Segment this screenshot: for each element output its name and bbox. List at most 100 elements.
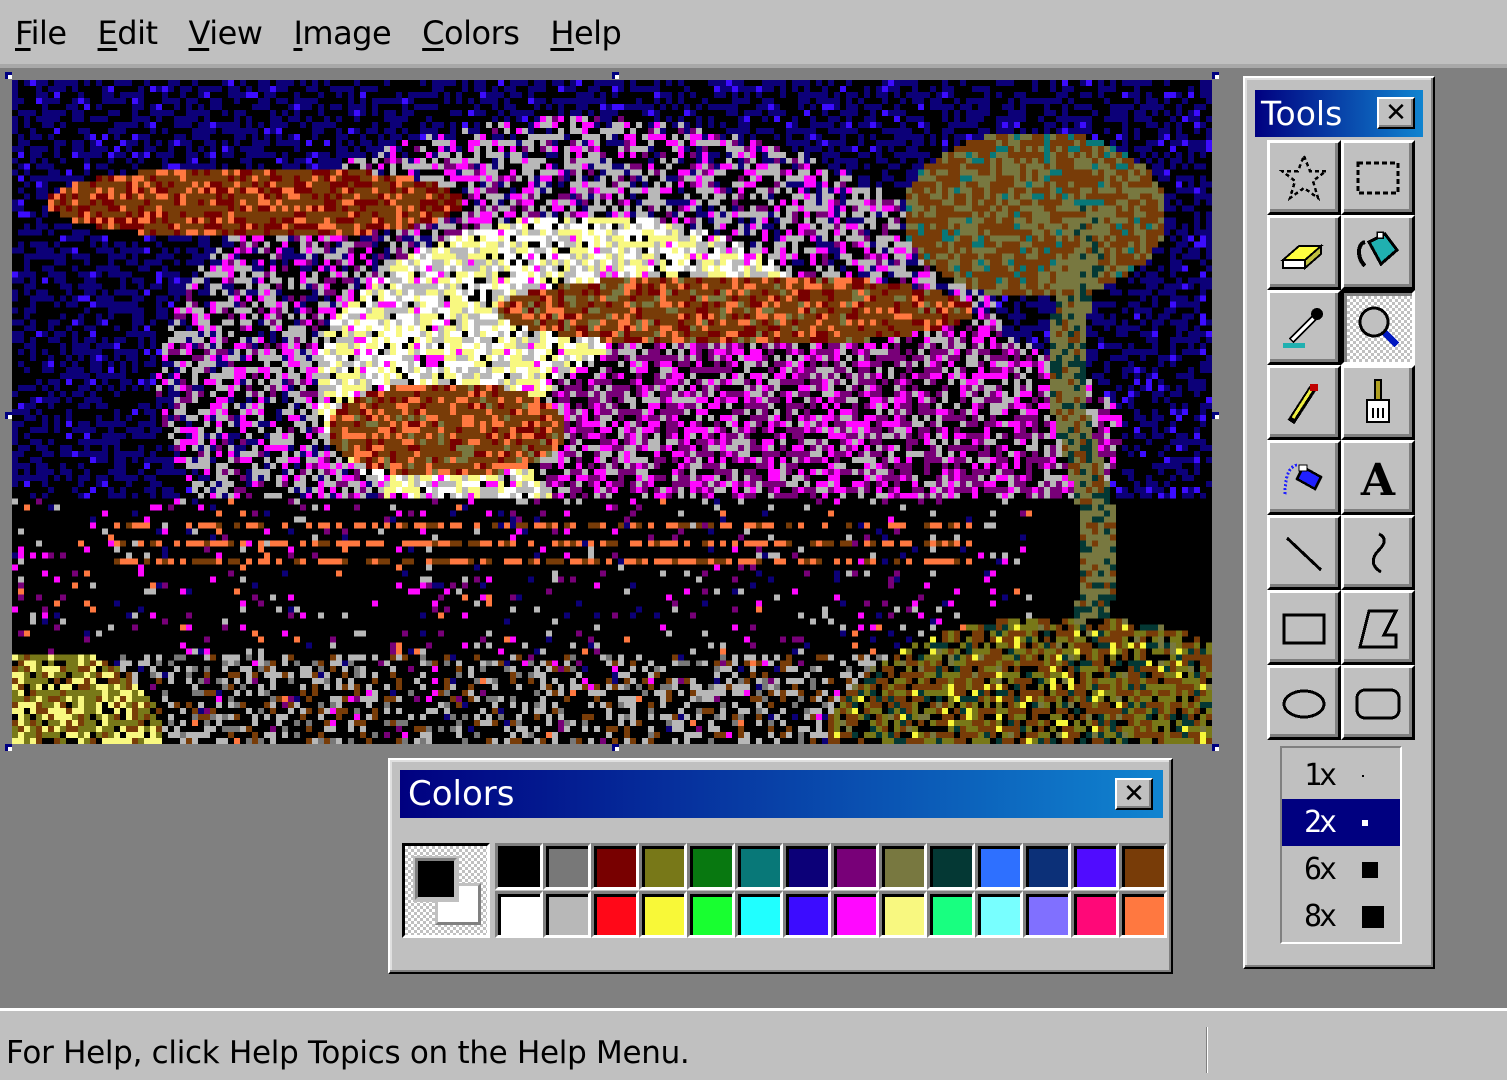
color-swatch[interactable]	[1023, 891, 1071, 938]
swatch-fill	[642, 894, 684, 935]
resize-handle-bottom-center[interactable]	[612, 744, 619, 751]
rounded-rect-icon	[1355, 688, 1401, 719]
color-swatch[interactable]	[1023, 843, 1071, 890]
color-swatch[interactable]	[735, 843, 783, 890]
resize-handle-bottom-right[interactable]	[1212, 744, 1219, 751]
color-swatch[interactable]	[783, 891, 831, 938]
rectangle-icon	[1282, 613, 1326, 644]
swatch-fill	[834, 894, 876, 935]
magnifier-icon	[1358, 306, 1400, 347]
color-swatch[interactable]	[975, 891, 1023, 938]
color-swatch[interactable]	[639, 843, 687, 890]
zoom-option-label: 1x	[1304, 758, 1337, 793]
tool-pick-color[interactable]	[1267, 290, 1341, 365]
color-swatch[interactable]	[687, 891, 735, 938]
color-swatch[interactable]	[783, 843, 831, 890]
swatch-fill	[786, 846, 828, 887]
close-icon: ✕	[1123, 779, 1145, 809]
color-swatch[interactable]	[639, 891, 687, 938]
swatch-fill	[690, 894, 732, 935]
color-box	[402, 843, 1167, 938]
color-swatch[interactable]	[735, 891, 783, 938]
drawing-canvas[interactable]	[12, 80, 1212, 744]
color-swatch[interactable]	[543, 843, 591, 890]
colors-panel: Colors ✕	[388, 758, 1173, 974]
ellipse-icon	[1282, 689, 1326, 718]
tool-magnifier[interactable]	[1341, 290, 1415, 365]
color-swatch[interactable]	[1071, 843, 1119, 890]
swatch-fill	[1026, 846, 1068, 887]
menu-mnemonic: V	[188, 14, 210, 52]
swatch-fill	[1074, 846, 1116, 887]
menu-label-rest: elp	[573, 14, 622, 52]
color-swatch[interactable]	[1071, 891, 1119, 938]
color-swatch[interactable]	[831, 843, 879, 890]
tool-text[interactable]: A	[1341, 440, 1415, 515]
swatch-fill	[1026, 894, 1068, 935]
menu-label-rest: olors	[444, 14, 520, 52]
zoom-option-8x[interactable]: 8x	[1282, 893, 1400, 940]
menu-edit[interactable]: Edit	[98, 11, 158, 53]
tool-curve[interactable]	[1341, 515, 1415, 590]
status-bar: For Help, click Help Topics on the Help …	[0, 1008, 1507, 1080]
swatch-fill	[1074, 894, 1116, 935]
menu-colors[interactable]: Colors	[422, 11, 520, 53]
text-icon: A	[1360, 455, 1396, 505]
resize-handle-middle-right[interactable]	[1212, 412, 1219, 419]
zoom-option-label: 6x	[1304, 852, 1337, 887]
tool-free-form-select[interactable]	[1267, 140, 1341, 215]
color-swatch[interactable]	[1119, 891, 1167, 938]
menu-help[interactable]: Help	[550, 11, 621, 53]
tool-rectangle[interactable]	[1267, 590, 1341, 665]
color-swatch[interactable]	[1119, 843, 1167, 890]
tool-polygon[interactable]	[1341, 590, 1415, 665]
tool-brush[interactable]	[1341, 365, 1415, 440]
zoom-option-6x[interactable]: 6x	[1282, 846, 1400, 893]
tools-close-button[interactable]: ✕	[1377, 97, 1415, 129]
tool-line[interactable]	[1267, 515, 1341, 590]
tool-pencil[interactable]	[1267, 365, 1341, 440]
tools-panel: Tools ✕ A 1x 2x 6x 8x	[1243, 76, 1435, 969]
tool-airbrush[interactable]	[1267, 440, 1341, 515]
swatch-fill	[546, 894, 588, 935]
swatch-fill	[930, 894, 972, 935]
menu-mnemonic: H	[550, 14, 574, 52]
swatch-fill	[498, 846, 540, 887]
menu-image[interactable]: Image	[293, 11, 391, 53]
tool-eraser[interactable]	[1267, 215, 1341, 290]
zoom-option-2x[interactable]: 2x	[1282, 799, 1400, 846]
colors-title-bar[interactable]: Colors ✕	[400, 770, 1163, 818]
workspace: Tools ✕ A 1x 2x 6x 8x Colors ✕	[0, 64, 1507, 1008]
tool-ellipse[interactable]	[1267, 665, 1341, 740]
color-swatch[interactable]	[543, 891, 591, 938]
zoom-option-1x[interactable]: 1x	[1282, 752, 1400, 799]
color-swatch[interactable]	[495, 891, 543, 938]
current-colors	[402, 843, 490, 938]
color-swatch[interactable]	[927, 891, 975, 938]
color-swatch[interactable]	[831, 891, 879, 938]
swatch-fill	[978, 846, 1020, 887]
tool-fill-with-color[interactable]	[1341, 215, 1415, 290]
colors-close-button[interactable]: ✕	[1115, 778, 1153, 810]
swatch-fill	[594, 846, 636, 887]
color-swatch[interactable]	[495, 843, 543, 890]
tools-title-bar[interactable]: Tools ✕	[1255, 90, 1423, 137]
color-swatch[interactable]	[591, 891, 639, 938]
zoom-size-dot-icon	[1362, 774, 1365, 777]
menu-view[interactable]: View	[189, 11, 263, 53]
menu-label-rest: mage	[302, 14, 392, 52]
tool-rounded-rectangle[interactable]	[1341, 665, 1415, 740]
color-swatch[interactable]	[879, 843, 927, 890]
color-swatch[interactable]	[687, 843, 735, 890]
color-swatch[interactable]	[591, 843, 639, 890]
menu-file[interactable]: File	[15, 11, 67, 53]
paint-window: File Edit View Image Colors Help Tools ✕ A 1x…	[0, 0, 1507, 1080]
swatch-fill	[978, 894, 1020, 935]
color-swatch[interactable]	[879, 891, 927, 938]
color-swatch[interactable]	[927, 843, 975, 890]
colors-title: Colors	[408, 774, 515, 814]
painting-image[interactable]	[12, 80, 1212, 744]
status-text: For Help, click Help Topics on the Help …	[6, 1035, 690, 1071]
color-swatch[interactable]	[975, 843, 1023, 890]
tool-select[interactable]	[1341, 140, 1415, 215]
